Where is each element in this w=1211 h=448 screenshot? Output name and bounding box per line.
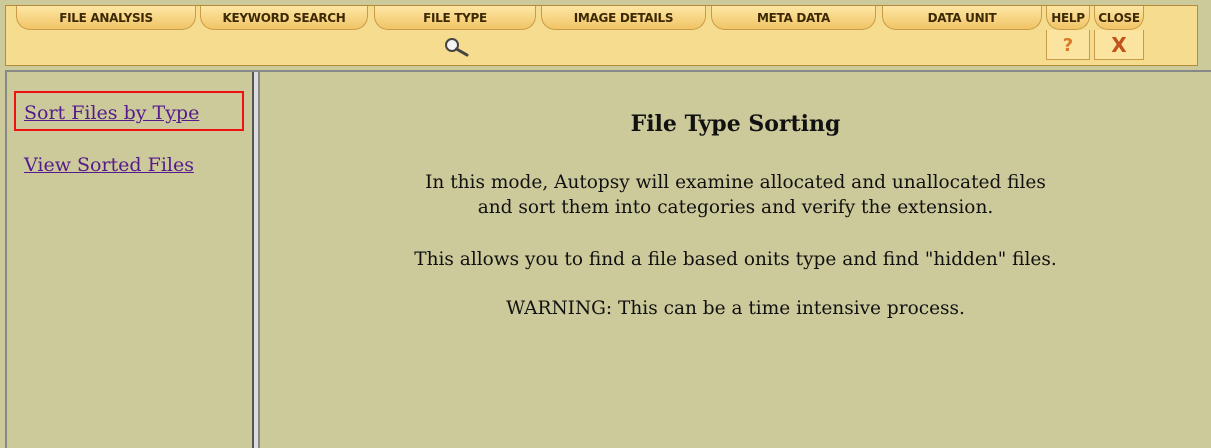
magnifier-icon (445, 38, 469, 57)
tab-file-analysis[interactable]: File Analysis (16, 6, 196, 30)
view-sorted-files-link[interactable]: View Sorted Files (24, 154, 194, 176)
tab-close[interactable]: Close (1094, 6, 1144, 30)
tab-data-unit[interactable]: Data Unit (882, 6, 1042, 30)
sort-files-by-type-link[interactable]: Sort Files by Type (24, 102, 199, 124)
top-toolbar: File Analysis Keyword Search File Type I… (5, 5, 1198, 66)
frame-divider[interactable] (252, 72, 260, 448)
tab-file-type[interactable]: File Type (374, 6, 536, 30)
description-line-1: In this mode, Autopsy will examine alloc… (425, 172, 1046, 193)
description-line-3: This allows you to find a file based oni… (414, 249, 1057, 270)
tab-meta-data[interactable]: Meta Data (711, 6, 876, 30)
help-icon[interactable]: ? (1046, 30, 1090, 60)
magnifier-icon[interactable] (436, 30, 476, 64)
tab-keyword-search[interactable]: Keyword Search (200, 6, 368, 30)
page-title: File Type Sorting (630, 111, 841, 137)
warning-text: WARNING: This can be a time intensive pr… (506, 298, 965, 319)
main-content: File Type Sorting In this mode, Autopsy … (260, 72, 1211, 448)
description-line-2: and sort them into categories and verify… (477, 197, 994, 218)
tab-help[interactable]: Help (1046, 6, 1090, 30)
tab-image-details[interactable]: Image Details (541, 6, 706, 30)
close-icon[interactable]: X (1094, 30, 1144, 60)
